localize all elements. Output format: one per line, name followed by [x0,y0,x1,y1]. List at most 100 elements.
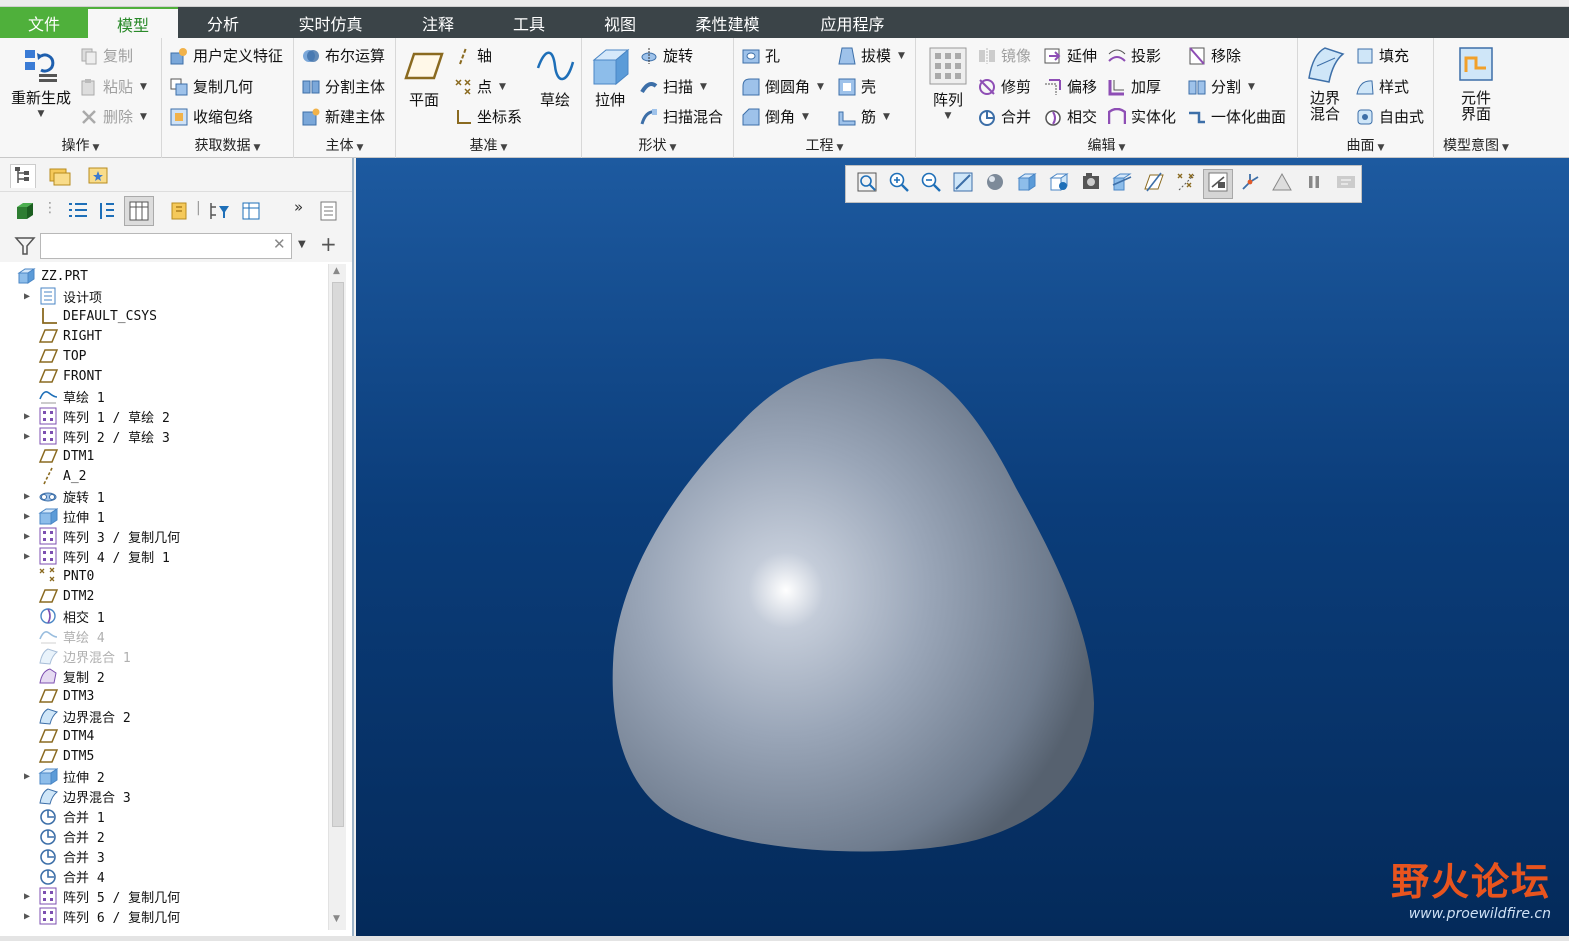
remove-button[interactable]: 移除 [1188,45,1241,66]
draft-button[interactable]: 拔模 ▼ [838,45,905,66]
tree-item[interactable]: 相交 1 [0,606,105,626]
delete-button[interactable]: 删除 ▼ [80,106,147,127]
unify-surface-button[interactable]: 一体化曲面 [1188,106,1286,127]
tree-item[interactable]: ▶ 设计项 [0,286,102,306]
group-label-shapes[interactable]: 形状 ▼ [582,135,733,155]
copy-button[interactable]: 复制 [80,45,133,66]
tree-item[interactable]: PNT0 [0,566,94,586]
tree-item[interactable]: DTM4 [0,726,94,746]
tree-item[interactable]: ▶ 阵列 4 / 复制 1 [0,546,170,566]
expand-tree-button[interactable] [66,200,90,226]
chamfer-button[interactable]: 倒角 ▼ [742,106,809,127]
tree-item[interactable]: A_2 [0,466,86,486]
highlight-button[interactable] [168,200,190,226]
tab-folder-browser[interactable] [48,164,74,188]
merge-button[interactable]: 合并 [978,106,1031,127]
tree-item[interactable]: ▶ 拉伸 1 [0,506,105,526]
scroll-up-icon[interactable]: ▲ [333,266,340,276]
offset-button[interactable]: 偏移 [1044,76,1097,97]
revolve-button[interactable]: 旋转 [640,45,693,66]
tree-item[interactable]: 草绘 1 [0,386,105,406]
tree-item[interactable]: 草绘 4 [0,626,105,646]
tree-item[interactable]: ▶ 阵列 6 / 复制几何 [0,906,180,926]
group-label-model-intent[interactable]: 模型意图 ▼ [1434,135,1518,155]
hole-button[interactable]: 孔 [742,45,780,66]
tab-applications[interactable]: 应用程序 [790,7,915,38]
tree-item[interactable]: ▶ 阵列 3 / 复制几何 [0,526,180,546]
intersect-button[interactable]: 相交 [1044,106,1097,127]
tree-item[interactable]: 边界混合 1 [0,646,131,666]
model-surface[interactable] [612,358,1094,852]
csys-button[interactable]: 坐标系 [454,106,522,127]
tree-item[interactable]: ▶ 拉伸 2 [0,766,105,786]
tree-item[interactable]: DTM1 [0,446,94,466]
tab-flexible-modeling[interactable]: 柔性建模 [665,7,790,38]
tree-item[interactable]: 边界混合 3 [0,786,131,806]
group-label-operations[interactable]: 操作 ▼ [0,135,161,155]
panel-options-button[interactable] [318,200,340,226]
tree-filters-button[interactable] [208,200,232,226]
scroll-down-icon[interactable]: ▼ [333,914,340,924]
boundary-blend-button[interactable]: 边界 混合 [1302,44,1348,122]
graphics-viewport[interactable]: 野火论坛 www.proewildfire.cn [356,158,1569,936]
tree-item[interactable]: ▶ 阵列 2 / 草绘 3 [0,426,170,446]
expand-arrow-icon[interactable]: ▶ [20,431,34,442]
tree-item[interactable]: ▶ 旋转 1 [0,486,105,506]
tab-favorites[interactable] [86,164,112,188]
tab-model-tree[interactable] [10,164,36,188]
show-columns-button[interactable] [124,196,154,226]
tab-tools[interactable]: 工具 [483,7,575,38]
fill-button[interactable]: 填充 [1356,45,1409,66]
tree-item[interactable]: 合并 4 [0,866,105,886]
shell-button[interactable]: 壳 [838,76,876,97]
expand-arrow-icon[interactable]: ▶ [20,511,34,522]
tab-analysis[interactable]: 分析 [178,7,268,38]
expand-arrow-icon[interactable]: ▶ [20,491,34,502]
tree-item[interactable]: 复制 2 [0,666,105,686]
tree-root[interactable]: ZZ.PRT [0,266,88,286]
trim-button[interactable]: 修剪 [978,76,1031,97]
collapse-tree-button[interactable] [96,200,120,226]
group-label-get-data[interactable]: 获取数据 ▼ [162,135,293,155]
tree-item[interactable]: ▶ 阵列 1 / 草绘 2 [0,406,170,426]
tree-item[interactable]: 合并 1 [0,806,105,826]
tree-item[interactable]: 合并 2 [0,826,105,846]
expand-arrow-icon[interactable]: ▶ [20,891,34,902]
tree-settings-button[interactable] [240,200,264,226]
expand-arrow-icon[interactable]: ▶ [20,291,34,302]
extrude-button[interactable]: 拉伸 [588,46,632,108]
more-tools-button[interactable]: » [294,198,303,216]
udf-button[interactable]: 用户定义特征 [170,45,283,66]
tab-simulation[interactable]: 实时仿真 [268,7,393,38]
datum-plane-button[interactable]: 平面 [402,46,446,108]
regenerate-button[interactable]: 重新生成 ▼ [8,44,74,122]
tree-item[interactable]: DTM2 [0,586,94,606]
expand-arrow-icon[interactable]: ▶ [20,911,34,922]
group-label-body[interactable]: 主体 ▼ [294,135,395,155]
tree-item[interactable]: 合并 3 [0,846,105,866]
point-button[interactable]: 点 ▼ [454,76,506,97]
pattern-button[interactable]: 阵列 ▼ [926,46,970,124]
group-label-editing[interactable]: 编辑 ▼ [916,135,1297,155]
tree-item[interactable]: DTM5 [0,746,94,766]
tree-item[interactable]: FRONT [0,366,102,386]
freestyle-button[interactable]: 自由式 [1356,106,1424,127]
expand-arrow-icon[interactable]: ▶ [20,411,34,422]
sweep-button[interactable]: 扫描 ▼ [640,76,707,97]
tree-scrollbar[interactable]: ▲ ▼ [328,264,346,930]
split-body-button[interactable]: 分割主体 [302,76,385,97]
tab-view[interactable]: 视图 [575,7,665,38]
boolean-button[interactable]: 布尔运算 [302,45,385,66]
expand-arrow-icon[interactable]: ▶ [20,531,34,542]
axis-button[interactable]: 轴 [454,45,492,66]
paste-button[interactable]: 粘贴 ▼ [80,76,147,97]
tree-item[interactable]: 边界混合 2 [0,706,131,726]
expand-arrow-icon[interactable]: ▶ [20,551,34,562]
round-button[interactable]: 倒圆角 ▼ [742,76,824,97]
group-label-datum[interactable]: 基准 ▼ [396,135,581,155]
tab-annotate[interactable]: 注释 [393,7,483,38]
copy-geometry-button[interactable]: 复制几何 [170,76,253,97]
tree-item[interactable]: TOP [0,346,86,366]
swept-blend-button[interactable]: 扫描混合 [640,106,723,127]
tree-item[interactable]: RIGHT [0,326,102,346]
